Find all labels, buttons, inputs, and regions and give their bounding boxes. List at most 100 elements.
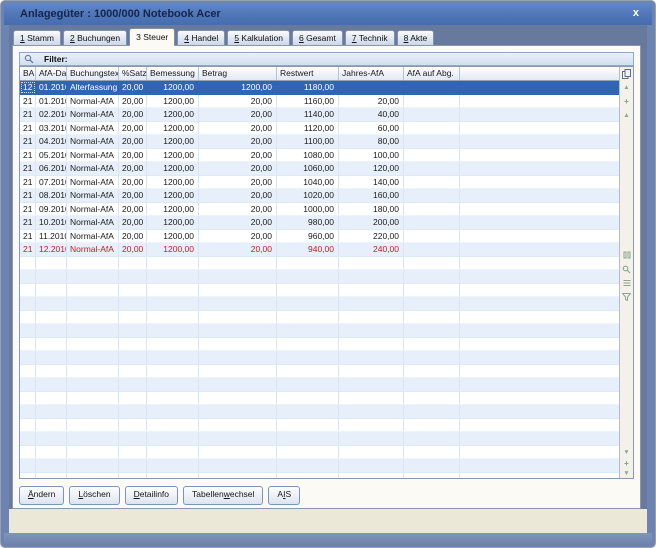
cell: [339, 283, 404, 296]
cell: 09.2010: [36, 202, 67, 215]
table-row[interactable]: 21 02.2010 Normal-AfA 20,00 1200,00 20,00 1140…: [20, 108, 619, 122]
aendern-button[interactable]: Ändern: [19, 486, 65, 505]
cell: [36, 378, 67, 391]
table-row-empty[interactable]: [20, 310, 619, 324]
table-row[interactable]: 21 10.2010 Normal-AfA 20,00 1200,00 20,00 980,…: [20, 216, 619, 230]
tab-handel[interactable]: 4 Handel: [177, 30, 226, 45]
table-row-empty[interactable]: [20, 270, 619, 284]
detailinfo-button[interactable]: Detailinfo: [124, 486, 179, 505]
table-row[interactable]: 21 08.2010 Normal-AfA 20,00 1200,00 20,00 1020…: [20, 189, 619, 203]
tab-kalkulation[interactable]: 5 Kalkulation: [227, 30, 290, 45]
column-header[interactable]: %Satz: [119, 67, 147, 80]
scroll-down-icon[interactable]: ▼: [620, 449, 633, 457]
table-row-empty[interactable]: [20, 405, 619, 419]
table-row-empty[interactable]: [20, 472, 619, 478]
column-header[interactable]: Betrag: [199, 67, 277, 80]
table-row-empty[interactable]: [20, 459, 619, 473]
cell: 80,00: [339, 135, 404, 148]
table-row[interactable]: 21 04.2010 Normal-AfA 20,00 1200,00 20,00 1100…: [20, 135, 619, 149]
cell: [67, 378, 119, 391]
cell: [119, 364, 147, 377]
cell: [36, 351, 67, 364]
columns-icon[interactable]: [620, 251, 633, 259]
cell: [277, 283, 339, 296]
table-row-empty[interactable]: [20, 378, 619, 392]
table-row-empty[interactable]: [20, 391, 619, 405]
column-header[interactable]: AfA auf Abg.: [404, 67, 460, 80]
table-row[interactable]: 21 07.2010 Normal-AfA 20,00 1200,00 20,00 1040…: [20, 175, 619, 189]
cell: [36, 418, 67, 431]
table-row[interactable]: 21 12.2010 Normal-AfA 20,00 1200,00 20,00 940,…: [20, 243, 619, 257]
cell: 12: [20, 81, 36, 94]
cell: Normal-AfA: [67, 175, 119, 188]
table-row-empty[interactable]: [20, 432, 619, 446]
cell: [404, 175, 460, 188]
table-row-empty[interactable]: [20, 324, 619, 338]
loeschen-button[interactable]: Löschen: [69, 486, 120, 505]
add-row-icon[interactable]: +: [620, 98, 633, 106]
filter-funnel-icon[interactable]: [620, 293, 633, 301]
cell: [199, 324, 277, 337]
table-row-empty[interactable]: [20, 283, 619, 297]
cell-filler: [460, 297, 619, 310]
ais-button[interactable]: AIS: [268, 486, 301, 505]
table-row[interactable]: 21 03.2010 Normal-AfA 20,00 1200,00 20,00 1120…: [20, 121, 619, 135]
cell: [199, 378, 277, 391]
column-header[interactable]: Buchungstext: [67, 67, 119, 80]
scroll-up-icon[interactable]: ▲: [620, 112, 633, 120]
table-row-empty[interactable]: [20, 364, 619, 378]
cell: 1200,00: [147, 202, 199, 215]
cell: [20, 445, 36, 458]
tab-steuer[interactable]: 3 Steuer: [129, 28, 176, 46]
tabellenwechsel-button[interactable]: Tabellenwechsel: [183, 486, 264, 505]
cell: 1200,00: [147, 121, 199, 134]
cell: [404, 243, 460, 256]
cell: [119, 270, 147, 283]
table-row[interactable]: 21 09.2010 Normal-AfA 20,00 1200,00 20,00 1000…: [20, 202, 619, 216]
search-icon[interactable]: [20, 53, 38, 65]
table-row[interactable]: 21 01.2010 Normal-AfA 20,00 1200,00 20,00 1160…: [20, 94, 619, 108]
cell: 10.2010: [36, 216, 67, 229]
tab-buchungen[interactable]: 2 Buchungen: [63, 30, 128, 45]
cell-filler: [460, 446, 619, 459]
table-row[interactable]: 21 06.2010 Normal-AfA 20,00 1200,00 20,00 1060…: [20, 162, 619, 176]
copy-icon[interactable]: [620, 69, 633, 79]
scroll-bottom-icon[interactable]: ▼: [620, 470, 633, 478]
cell: [199, 445, 277, 458]
cell: [199, 351, 277, 364]
column-header[interactable]: Jahres-AfA: [339, 67, 404, 80]
cell: [277, 418, 339, 431]
table-row-empty[interactable]: [20, 351, 619, 365]
cell: 20,00: [119, 216, 147, 229]
cell: [339, 472, 404, 478]
table-row[interactable]: 21 11.2010 Normal-AfA 20,00 1200,00 20,00 960,…: [20, 229, 619, 243]
table-row[interactable]: 12 01.2010 Alterfassung 20,00 1200,00 1200,00…: [20, 81, 619, 95]
scroll-top-icon[interactable]: ▲: [620, 84, 633, 92]
cell: [67, 283, 119, 296]
table-row-empty[interactable]: [20, 445, 619, 459]
table-row[interactable]: 21 05.2010 Normal-AfA 20,00 1200,00 20,00 1080…: [20, 148, 619, 162]
column-header[interactable]: Bemessung: [147, 67, 199, 80]
cell: 20,00: [119, 202, 147, 215]
cell: Normal-AfA: [67, 243, 119, 256]
table-row-empty[interactable]: [20, 256, 619, 270]
cell: [147, 283, 199, 296]
column-header[interactable]: Restwert: [277, 67, 339, 80]
details-icon[interactable]: [620, 279, 633, 287]
tab-gesamt[interactable]: 6 Gesamt: [292, 30, 343, 45]
append-row-icon[interactable]: +: [620, 460, 633, 468]
tab-akte[interactable]: 8 Akte: [396, 30, 435, 45]
cell-filler: [460, 149, 619, 162]
cell: 01.2010: [36, 94, 67, 107]
tab-technik[interactable]: 7 Technik: [344, 30, 395, 45]
table-row-empty[interactable]: [20, 337, 619, 351]
close-icon[interactable]: x: [633, 3, 639, 24]
cell: [199, 472, 277, 478]
table-row-empty[interactable]: [20, 418, 619, 432]
search-grid-icon[interactable]: [620, 265, 633, 274]
cell: [36, 459, 67, 472]
column-header[interactable]: BA: [20, 67, 36, 80]
table-row-empty[interactable]: [20, 297, 619, 311]
tab-stamm[interactable]: 1 Stamm: [13, 30, 62, 45]
column-header[interactable]: AfA-Dat: [36, 67, 67, 80]
